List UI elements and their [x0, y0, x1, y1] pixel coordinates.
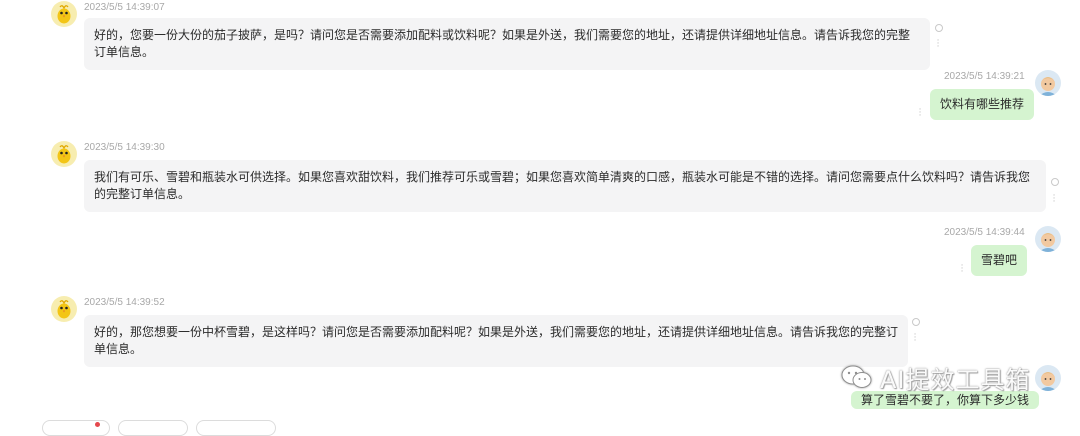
watermark: AI提效工具箱	[840, 360, 1031, 394]
assistant-avatar	[51, 1, 77, 27]
message-status-icon	[1051, 178, 1059, 186]
assistant-message-bubble: 好的，您要一份大份的茄子披萨，是吗？请问您是否需要添加配料或饮料呢？如果是外送，…	[84, 18, 930, 70]
assistant-message-bubble: 我们有可乐、雪碧和瓶装水可供选择。如果您喜欢甜饮料，我们推荐可乐或雪碧；如果您喜…	[84, 160, 1046, 212]
message-timestamp: 2023/5/5 14:39:07	[84, 2, 165, 13]
user-face-icon	[1039, 372, 1057, 391]
assistant-message-bubble: 好的，那您想要一份中杯雪碧，是这样吗？请问您是否需要添加配料呢？如果是外送，我们…	[84, 315, 908, 367]
user-avatar	[1035, 226, 1061, 252]
message-timestamp: 2023/5/5 14:39:21	[944, 71, 1025, 82]
bottom-toolbar-button[interactable]	[42, 420, 110, 436]
message-status-icon	[912, 318, 920, 326]
user-avatar	[1035, 70, 1061, 96]
message-more-icon[interactable]: · · ·	[913, 331, 917, 346]
message-timestamp: 2023/5/5 14:39:44	[944, 227, 1025, 238]
message-timestamp: 2023/5/5 14:39:52	[84, 297, 165, 308]
user-face-icon	[1039, 233, 1057, 252]
bottom-toolbar-button[interactable]	[196, 420, 276, 436]
user-message-bubble: 饮料有哪些推荐	[930, 89, 1035, 120]
message-more-icon[interactable]: · · ·	[936, 37, 940, 52]
message-status-icon	[935, 24, 943, 32]
message-more-icon[interactable]: · · ·	[960, 262, 964, 277]
user-avatar	[1035, 365, 1061, 391]
user-message-bubble: 雪碧吧	[971, 245, 1028, 276]
assistant-avatar	[51, 296, 77, 322]
message-timestamp: 2023/5/5 14:39:30	[84, 142, 165, 153]
bird-icon	[57, 145, 71, 164]
user-face-icon	[1039, 77, 1057, 96]
bird-icon	[57, 5, 71, 24]
bottom-toolbar-button[interactable]	[118, 420, 188, 436]
message-more-icon[interactable]: · · ·	[918, 106, 922, 121]
assistant-avatar	[51, 141, 77, 167]
wechat-icon	[841, 365, 872, 388]
message-more-icon[interactable]: · · ·	[1052, 192, 1056, 207]
bird-icon	[57, 300, 71, 319]
watermark-text: AI提效工具箱	[880, 365, 1031, 394]
